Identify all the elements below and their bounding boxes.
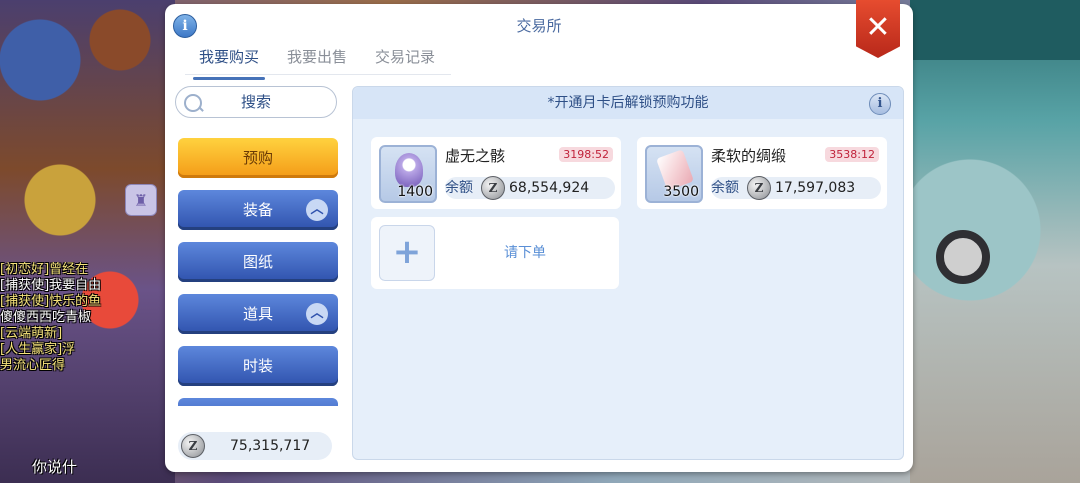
- balance-value: 75,315,717: [230, 438, 311, 454]
- tab-buy[interactable]: 我要购买: [185, 46, 273, 80]
- item-timer: 3538:12: [825, 147, 879, 162]
- category-list[interactable]: 预购 装备 ︿ 图纸 道具 ︿ 时装: [178, 138, 338, 406]
- chat-line: [人生赢家]浮: [0, 342, 76, 357]
- category-item-button[interactable]: 道具 ︿: [178, 294, 338, 334]
- category-label: 预购: [242, 149, 273, 167]
- chat-log: [初恋好]曾经在 [捕获使]我要自由 [捕获使]快乐的鱼 傻傻西西吃青椒 [云端…: [0, 262, 170, 483]
- preorder-item-card[interactable]: 1400 虚无之骸 3198:52 余额 Z 68,554,924: [371, 137, 621, 209]
- price-value: 17,597,083: [775, 180, 856, 196]
- item-slot: 1400: [379, 145, 437, 203]
- zeny-coin-icon: Z: [181, 434, 205, 458]
- item-quantity: 3500: [663, 184, 699, 200]
- panel-title: 交易所: [516, 17, 562, 35]
- price-value: 68,554,924: [509, 180, 590, 196]
- category-label: 图纸: [242, 253, 273, 271]
- search-label: 搜索: [240, 93, 271, 111]
- category-preorder-button[interactable]: 预购: [178, 138, 338, 178]
- item-price: 余额 Z 68,554,924: [445, 176, 615, 200]
- item-name: 虚无之骸: [445, 147, 506, 165]
- chat-line: [捕获使]我要自由: [0, 278, 102, 293]
- price-label: 余额: [711, 180, 739, 196]
- close-icon: ✕: [865, 10, 891, 45]
- category-label: 道具: [242, 305, 273, 323]
- notice-text: *开通月卡后解锁预购功能: [547, 95, 709, 111]
- item-name: 柔软的绸缎: [711, 147, 787, 165]
- category-label: 时装: [242, 357, 273, 375]
- place-order-button[interactable]: + 请下单: [371, 217, 619, 289]
- item-slot: 3500: [645, 145, 703, 203]
- search-button[interactable]: 搜索: [175, 86, 337, 118]
- item-timer: 3198:52: [559, 147, 613, 162]
- chat-line-bottom: 你说什: [32, 458, 78, 476]
- category-equipment-button[interactable]: 装备 ︿: [178, 190, 338, 230]
- place-order-label: 请下单: [504, 245, 546, 261]
- tab-history[interactable]: 交易记录: [361, 46, 449, 74]
- game-scene-right: [910, 0, 1080, 483]
- notice-bar: *开通月卡后解锁预购功能 i: [353, 87, 903, 119]
- chat-line: 傻傻西西吃青椒: [0, 310, 92, 325]
- order-area: *开通月卡后解锁预购功能 i 1400 虚无之骸 3198:52 余额 Z 68…: [352, 86, 904, 460]
- item-quantity: 1400: [397, 184, 433, 200]
- tab-bar: 我要购买 我要出售 交易记录: [185, 46, 451, 80]
- chat-line: [云端萌新]: [0, 326, 63, 341]
- cart-wheel: [936, 230, 990, 284]
- game-shop-sign: [910, 0, 1080, 60]
- chevron-up-icon[interactable]: ︿: [306, 303, 328, 325]
- category-label: 装备: [242, 201, 273, 219]
- tab-sell[interactable]: 我要出售: [273, 46, 361, 74]
- category-fashion-button[interactable]: 时装: [178, 346, 338, 386]
- preorder-item-card[interactable]: 3500 柔软的绸缎 3538:12 余额 Z 17,597,083: [637, 137, 887, 209]
- chat-line: 男流心匠得: [0, 358, 66, 373]
- zeny-coin-icon: Z: [481, 176, 505, 200]
- ghost-item-icon: [395, 153, 423, 187]
- zeny-coin-icon: Z: [747, 176, 771, 200]
- price-label: 余额: [445, 180, 473, 196]
- chevron-up-icon[interactable]: ︿: [306, 199, 328, 221]
- info-icon[interactable]: i: [869, 93, 891, 115]
- exchange-panel: i 交易所 ✕ 我要购买 我要出售 交易记录 搜索 预购 装备 ︿ 图纸 道具 …: [165, 0, 913, 472]
- chat-line: [初恋好]曾经在: [0, 262, 89, 277]
- category-more-button[interactable]: [178, 398, 338, 406]
- category-blueprint-button[interactable]: 图纸: [178, 242, 338, 282]
- chat-line: [捕获使]快乐的鱼: [0, 294, 102, 309]
- zeny-balance: Z 75,315,717: [178, 432, 332, 460]
- item-price: 余额 Z 17,597,083: [711, 176, 881, 200]
- close-button[interactable]: ✕: [856, 0, 900, 58]
- bag-icon[interactable]: ♜: [125, 184, 157, 216]
